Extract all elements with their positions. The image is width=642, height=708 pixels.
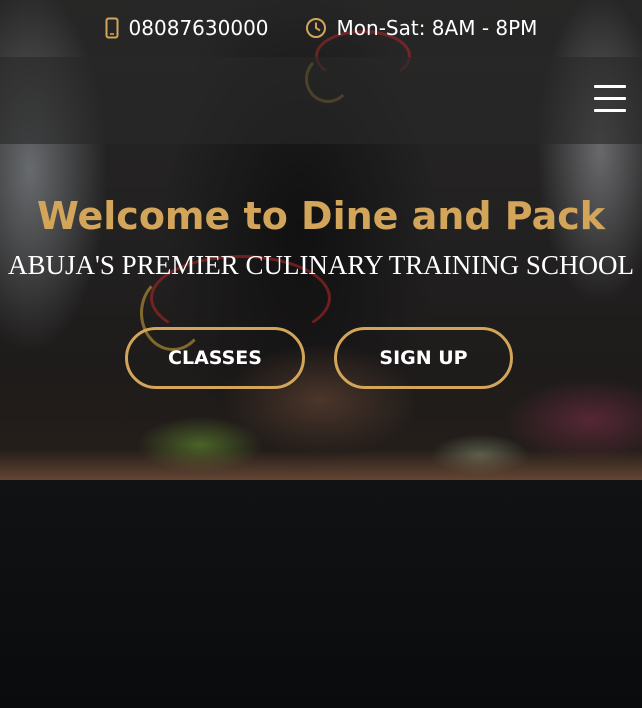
- page: 08087630000 Mon-Sat: 8AM - 8PM Welcome t…: [0, 0, 642, 708]
- opening-hours: Mon-Sat: 8AM - 8PM: [305, 16, 538, 40]
- hero-title: Welcome to Dine and Pack: [36, 194, 606, 238]
- navbar: [0, 57, 642, 144]
- hero-subtitle: ABUJA'S PREMIER CULINARY TRAINING SCHOOL: [8, 250, 634, 280]
- clock-icon: [305, 17, 327, 39]
- hero-counter-strip: [0, 450, 642, 480]
- phone-number[interactable]: 08087630000: [129, 16, 269, 40]
- phone-icon: [105, 17, 119, 39]
- contact-topbar: 08087630000 Mon-Sat: 8AM - 8PM: [0, 0, 642, 56]
- classes-button[interactable]: CLASSES: [125, 327, 305, 389]
- phone-contact[interactable]: 08087630000: [105, 16, 269, 40]
- sign-up-button[interactable]: SIGN UP: [334, 327, 513, 389]
- hamburger-menu-icon[interactable]: [594, 85, 626, 113]
- lower-section: [0, 480, 642, 708]
- opening-hours-text: Mon-Sat: 8AM - 8PM: [336, 16, 538, 40]
